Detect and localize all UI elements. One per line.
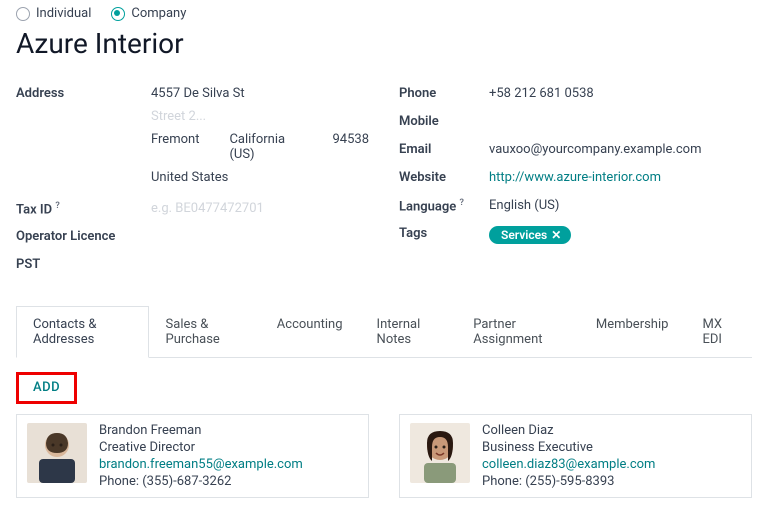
tab-membership[interactable]: Membership [579,306,686,358]
address-zip: 94538 [332,132,369,162]
label-language: Language ? [399,198,489,218]
website-link[interactable]: http://www.azure-interior.com [489,170,661,190]
help-icon[interactable]: ? [55,201,59,211]
tab-sales-purchase[interactable]: Sales & Purchase [149,306,260,358]
radio-individual-label: Individual [36,6,91,21]
label-phone: Phone [399,86,489,106]
tabs-bar: Contacts & Addresses Sales & Purchase Ac… [16,305,752,358]
add-contact-button[interactable]: ADD [16,372,77,404]
tab-mx-edi[interactable]: MX EDI [685,306,752,358]
contact-email[interactable]: brandon.freeman55@example.com [99,457,303,472]
address-street2: Street 2... [151,109,369,124]
company-name[interactable]: Azure Interior [16,27,752,60]
close-icon[interactable]: ✕ [551,228,561,242]
radio-circle-icon [16,7,30,21]
help-icon[interactable]: ? [460,198,464,208]
tab-internal-notes[interactable]: Internal Notes [360,306,457,358]
company-type-radio-group: Individual Company [16,6,752,21]
contact-phone: Phone: (255)-595-8393 [482,474,655,489]
address-city: Fremont [151,132,199,162]
tag-services[interactable]: Services ✕ [489,226,571,244]
contact-name: Colleen Diaz [482,423,655,438]
left-column: Address 4557 De Silva St Street 2... Fre… [16,86,369,285]
contact-title: Business Executive [482,440,655,455]
label-mobile: Mobile [399,114,489,134]
label-pst: PST [16,257,151,277]
contact-title: Creative Director [99,440,303,455]
phone-input[interactable]: +58 212 681 0538 [489,86,594,106]
contact-card[interactable]: Colleen Diaz Business Executive colleen.… [399,414,752,498]
label-tax-id: Tax ID ? [16,201,151,221]
tag-label: Services [501,228,547,242]
label-website: Website [399,170,489,190]
avatar [410,423,470,483]
label-email: Email [399,142,489,162]
radio-circle-checked-icon [111,7,125,21]
contacts-list: Brandon Freeman Creative Director brando… [16,414,752,498]
label-address: Address [16,86,151,193]
contact-phone: Phone: (355)-687-3262 [99,474,303,489]
right-column: Phone +58 212 681 0538 Mobile Email vaux… [399,86,752,285]
language-select[interactable]: English (US) [489,198,559,218]
avatar [27,423,87,483]
address-block[interactable]: 4557 De Silva St Street 2... Fremont Cal… [151,86,369,193]
contact-card[interactable]: Brandon Freeman Creative Director brando… [16,414,369,498]
contact-name: Brandon Freeman [99,423,303,438]
email-input[interactable]: vauxoo@yourcompany.example.com [489,142,701,162]
radio-company[interactable]: Company [111,6,186,21]
address-country: United States [151,170,369,185]
tags-input[interactable]: Services ✕ [489,226,571,246]
radio-company-label: Company [131,6,186,21]
address-state: California (US) [229,132,302,162]
tax-id-input[interactable]: e.g. BE0477472701 [151,201,264,221]
label-operator-licence: Operator Licence [16,229,151,249]
tab-partner-assignment[interactable]: Partner Assignment [456,306,579,358]
label-tags: Tags [399,226,489,246]
address-street1: 4557 De Silva St [151,86,369,101]
tab-accounting[interactable]: Accounting [260,306,360,358]
contact-email[interactable]: colleen.diaz83@example.com [482,457,655,472]
tab-contacts-addresses[interactable]: Contacts & Addresses [16,306,149,358]
radio-individual[interactable]: Individual [16,6,91,21]
